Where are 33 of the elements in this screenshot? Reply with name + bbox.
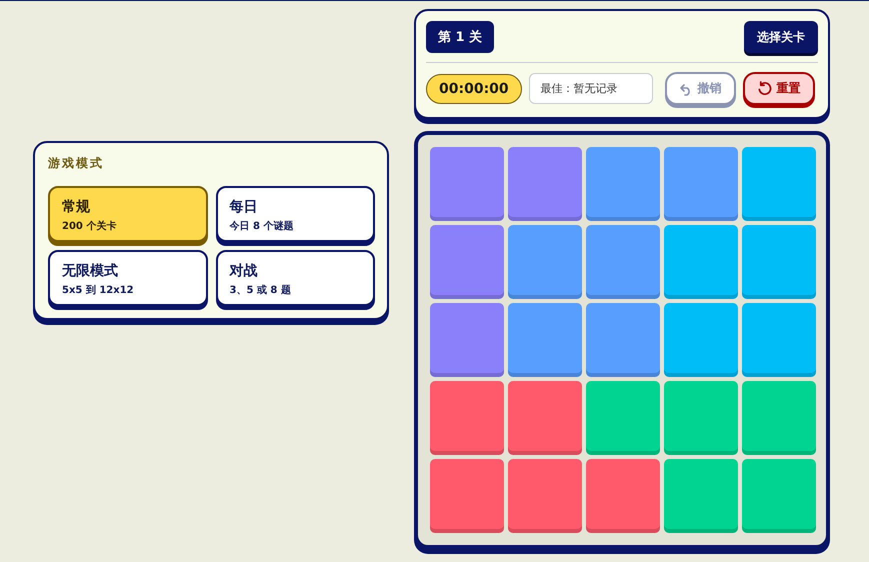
color-tile[interactable] (508, 225, 582, 299)
color-tile[interactable] (586, 225, 660, 299)
color-tile[interactable] (664, 225, 738, 299)
panel-title: 游戏模式 (48, 155, 105, 172)
color-tile[interactable] (664, 147, 738, 221)
reset-icon (756, 81, 772, 96)
color-tile[interactable] (742, 225, 816, 299)
color-tile[interactable] (664, 459, 738, 533)
color-tile[interactable] (508, 381, 582, 455)
color-tile[interactable] (430, 225, 504, 299)
color-tile[interactable] (586, 459, 660, 533)
color-tile[interactable] (430, 381, 504, 455)
reset-button[interactable]: 重置 (742, 72, 815, 105)
color-tile[interactable] (664, 381, 738, 455)
level-label: 第 1 关 (426, 21, 494, 53)
select-level-button[interactable]: 选择关卡 (744, 21, 818, 53)
color-tile[interactable] (508, 147, 582, 221)
color-tile[interactable] (742, 459, 816, 533)
color-tile[interactable] (508, 303, 582, 377)
color-tile[interactable] (508, 459, 582, 533)
color-tile[interactable] (742, 303, 816, 377)
timer: 00:00:00 (426, 74, 522, 104)
color-tile[interactable] (430, 303, 504, 377)
color-tile[interactable] (742, 381, 816, 455)
color-tile[interactable] (430, 147, 504, 221)
color-tile[interactable] (586, 381, 660, 455)
color-tile[interactable] (742, 147, 816, 221)
best-record: 最佳：暂无记录 (528, 73, 653, 104)
color-tile[interactable] (586, 303, 660, 377)
color-tile[interactable] (664, 303, 738, 377)
color-tile[interactable] (586, 147, 660, 221)
color-tile[interactable] (430, 459, 504, 533)
undo-icon (678, 82, 693, 96)
